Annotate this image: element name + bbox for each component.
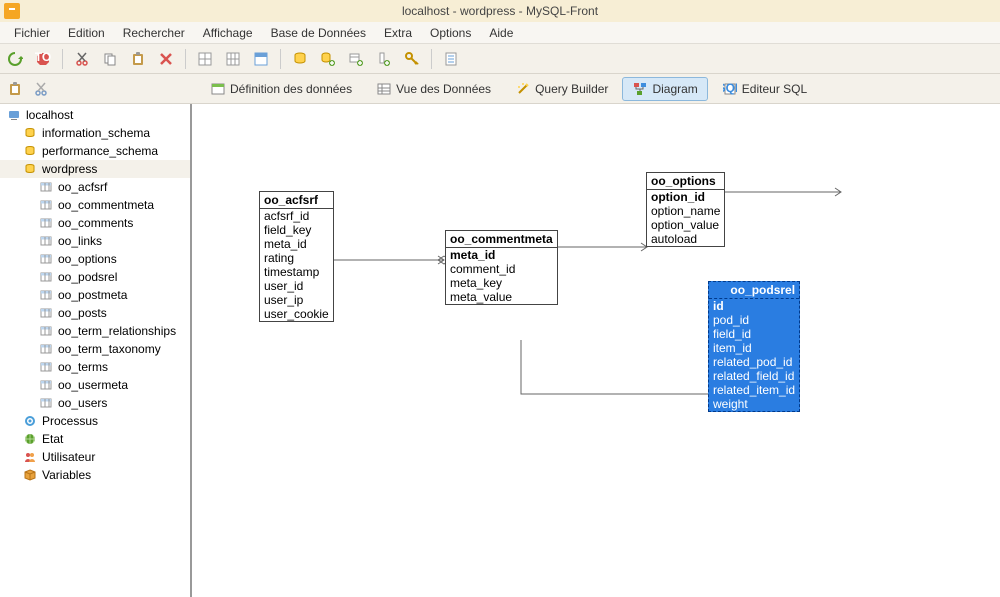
wand-icon	[515, 81, 531, 97]
grid3-icon[interactable]	[250, 48, 272, 70]
tab-query[interactable]: Query Builder	[505, 77, 618, 101]
tree-table-oo_posts[interactable]: oo_posts	[0, 304, 190, 322]
object-tree[interactable]: localhost information_schema performance…	[0, 104, 192, 597]
box-icon	[22, 467, 38, 483]
scissors-paste-icon[interactable]	[30, 78, 52, 100]
users-icon	[22, 449, 38, 465]
delete-icon[interactable]	[155, 48, 177, 70]
tab-definition[interactable]: Définition des données	[200, 77, 362, 101]
cut-icon[interactable]	[71, 48, 93, 70]
tree-processus[interactable]: Processus	[0, 412, 190, 430]
stop-icon[interactable]: STOP	[32, 48, 54, 70]
diagram-canvas[interactable]: oo_acfsrf acfsrf_id field_key meta_id ra…	[192, 104, 1000, 597]
tree-table-oo_acfsrf[interactable]: oo_acfsrf	[0, 178, 190, 196]
table-icon	[38, 233, 54, 249]
tree-table-oo_links[interactable]: oo_links	[0, 232, 190, 250]
table-icon	[38, 395, 54, 411]
erd-oo-commentmeta[interactable]: oo_commentmeta meta_id comment_id meta_k…	[445, 230, 558, 305]
db-connect-icon[interactable]	[289, 48, 311, 70]
host-icon	[6, 107, 22, 123]
titlebar: localhost - wordpress - MySQL-Front	[0, 0, 1000, 22]
tree-variables[interactable]: Variables	[0, 466, 190, 484]
globe-icon	[22, 431, 38, 447]
table-icon	[38, 269, 54, 285]
menu-edition[interactable]: Edition	[60, 24, 113, 42]
tree-schema-info[interactable]: information_schema	[0, 124, 190, 142]
grid1-icon[interactable]	[194, 48, 216, 70]
copy-icon[interactable]	[99, 48, 121, 70]
tree-table-oo_comments[interactable]: oo_comments	[0, 214, 190, 232]
menu-options[interactable]: Options	[422, 24, 479, 42]
menu-rechercher[interactable]: Rechercher	[115, 24, 193, 42]
refresh-icon[interactable]	[4, 48, 26, 70]
tree-db-wordpress[interactable]: wordpress	[0, 160, 190, 178]
tree-utilisateur[interactable]: Utilisateur	[0, 448, 190, 466]
menu-affichage[interactable]: Affichage	[195, 24, 261, 42]
table-icon	[38, 197, 54, 213]
table-icon	[38, 377, 54, 393]
svg-text:STOP: STOP	[35, 51, 51, 64]
erd-oo-options[interactable]: oo_options option_id option_name option_…	[646, 172, 725, 247]
table-icon	[38, 341, 54, 357]
tree-table-oo_podsrel[interactable]: oo_podsrel	[0, 268, 190, 286]
sql-icon: SQL	[722, 81, 738, 97]
prop-icon[interactable]	[440, 48, 462, 70]
menu-extra[interactable]: Extra	[376, 24, 420, 42]
table-icon	[38, 305, 54, 321]
gear-icon	[22, 413, 38, 429]
tree-table-oo_term_relationships[interactable]: oo_term_relationships	[0, 322, 190, 340]
table-add-icon[interactable]	[345, 48, 367, 70]
menu-fichier[interactable]: Fichier	[6, 24, 58, 42]
menubar: Fichier Edition Rechercher Affichage Bas…	[0, 22, 1000, 44]
tree-table-oo_users[interactable]: oo_users	[0, 394, 190, 412]
window-title: localhost - wordpress - MySQL-Front	[402, 4, 598, 18]
table-icon	[38, 215, 54, 231]
tree-table-oo_postmeta[interactable]: oo_postmeta	[0, 286, 190, 304]
db-add-icon[interactable]	[317, 48, 339, 70]
definition-icon	[210, 81, 226, 97]
tab-sql[interactable]: SQLEditeur SQL	[712, 77, 817, 101]
paste-icon[interactable]	[127, 48, 149, 70]
key-icon[interactable]	[401, 48, 423, 70]
paste-toggle-icon[interactable]	[4, 78, 26, 100]
table-icon	[38, 359, 54, 375]
tree-table-oo_terms[interactable]: oo_terms	[0, 358, 190, 376]
menu-aide[interactable]: Aide	[481, 24, 521, 42]
data-view-icon	[376, 81, 392, 97]
app-icon	[4, 3, 20, 19]
tree-table-oo_options[interactable]: oo_options	[0, 250, 190, 268]
erd-oo-podsrel[interactable]: oo_podsrel id pod_id field_id item_id re…	[708, 281, 800, 412]
relationship-lines	[192, 104, 1000, 597]
table-icon	[38, 323, 54, 339]
tree-table-oo_commentmeta[interactable]: oo_commentmeta	[0, 196, 190, 214]
database-icon	[22, 161, 38, 177]
tree-etat[interactable]: Etat	[0, 430, 190, 448]
diagram-icon	[632, 81, 648, 97]
tab-vue[interactable]: Vue des Données	[366, 77, 501, 101]
table-icon	[38, 251, 54, 267]
tree-table-oo_term_taxonomy[interactable]: oo_term_taxonomy	[0, 340, 190, 358]
view-tabs: Définition des données Vue des Données Q…	[0, 74, 1000, 104]
database-icon	[22, 125, 38, 141]
table-icon	[38, 179, 54, 195]
column-add-icon[interactable]	[373, 48, 395, 70]
grid2-icon[interactable]	[222, 48, 244, 70]
erd-oo-acfsrf[interactable]: oo_acfsrf acfsrf_id field_key meta_id ra…	[259, 191, 334, 322]
menu-bdd[interactable]: Base de Données	[263, 24, 374, 42]
table-icon	[38, 287, 54, 303]
main-toolbar: STOP	[0, 44, 1000, 74]
svg-text:SQL: SQL	[723, 82, 737, 95]
tree-host[interactable]: localhost	[0, 106, 190, 124]
tree-schema-perf[interactable]: performance_schema	[0, 142, 190, 160]
database-icon	[22, 143, 38, 159]
tree-table-oo_usermeta[interactable]: oo_usermeta	[0, 376, 190, 394]
tab-diagram[interactable]: Diagram	[622, 77, 707, 101]
